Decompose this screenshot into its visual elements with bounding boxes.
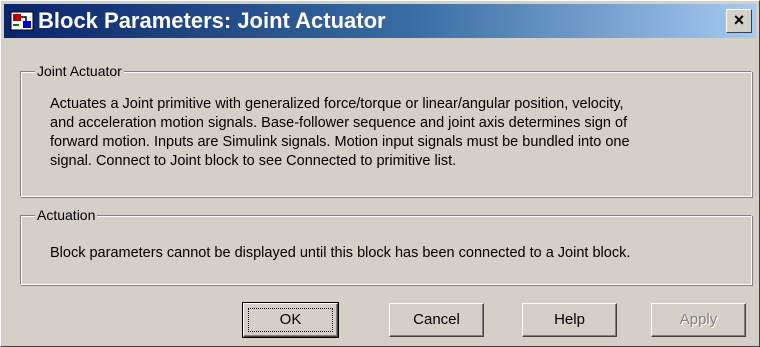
apply-button[interactable]: Apply	[651, 303, 746, 337]
joint-actuator-group-label: Joint Actuator	[35, 63, 124, 79]
help-button[interactable]: Help	[522, 303, 617, 337]
ok-button[interactable]: OK	[242, 302, 339, 338]
description-line: forward motion. Inputs are Simulink sign…	[50, 134, 630, 150]
window-title: Block Parameters: Joint Actuator	[38, 8, 386, 33]
close-button[interactable]: ×	[726, 9, 752, 33]
dialog-window: Block Parameters: Joint Actuator × Joint…	[0, 0, 760, 347]
description-text: Actuates a Joint primitive with generali…	[50, 95, 750, 171]
actuation-group: Actuation Block parameters cannot be dis…	[20, 207, 752, 285]
close-icon: ×	[733, 10, 745, 30]
joint-actuator-group: Joint Actuator Actuates a Joint primitiv…	[20, 63, 752, 197]
description-line: signal. Connect to Joint block to see Co…	[50, 153, 457, 169]
ok-button-label: OK	[248, 308, 333, 332]
cancel-button[interactable]: Cancel	[389, 303, 484, 337]
actuation-message: Block parameters cannot be displayed unt…	[50, 245, 631, 261]
title-bar[interactable]: Block Parameters: Joint Actuator ×	[4, 4, 756, 38]
actuation-group-label: Actuation	[35, 207, 98, 223]
description-line: and acceleration motion signals. Base-fo…	[50, 115, 628, 131]
description-line: Actuates a Joint primitive with generali…	[50, 96, 624, 112]
simulink-block-icon	[10, 11, 34, 31]
